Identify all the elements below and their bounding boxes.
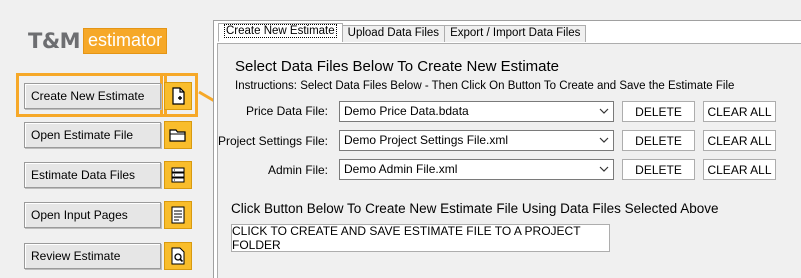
- list-icon[interactable]: [164, 161, 192, 189]
- sidebar-item-open-estimate-file[interactable]: Open Estimate File: [24, 122, 161, 148]
- page-title: Select Data Files Below To Create New Es…: [235, 58, 560, 75]
- create-estimate-button[interactable]: CLICK TO CREATE AND SAVE ESTIMATE FILE T…: [231, 224, 610, 252]
- panel-top: [213, 0, 801, 20]
- logo-brand: T&M: [28, 28, 81, 53]
- logo-product: estimator: [83, 27, 168, 54]
- clear-all-admin-file-button[interactable]: CLEAR ALL: [703, 159, 776, 180]
- sidebar-item-label: Open Estimate File: [31, 128, 134, 142]
- delete-project-settings-button[interactable]: DELETE: [622, 130, 695, 151]
- sidebar-item-estimate-data-files[interactable]: Estimate Data Files: [24, 162, 161, 188]
- logo: T&M estimator: [28, 27, 168, 54]
- magnify-document-icon[interactable]: [164, 242, 192, 270]
- chevron-down-icon: [599, 137, 609, 143]
- tab-export-import-data-files[interactable]: Export / Import Data Files: [444, 25, 587, 42]
- delete-admin-file-button[interactable]: DELETE: [622, 159, 695, 180]
- sidebar-item-label: Estimate Data Files: [31, 168, 136, 182]
- tab-bar: Create New Estimate Upload Data Files Ex…: [218, 23, 587, 43]
- tab-upload-data-files[interactable]: Upload Data Files: [341, 25, 446, 42]
- price-data-file-select[interactable]: Demo Price Data.bdata: [339, 101, 614, 122]
- delete-price-data-button[interactable]: DELETE: [622, 101, 695, 122]
- select-value: Demo Project Settings File.xml: [344, 133, 509, 147]
- create-instructions: Click Button Below To Create New Estimat…: [231, 201, 719, 216]
- sidebar-item-open-input-pages[interactable]: Open Input Pages: [24, 202, 161, 228]
- admin-file-select[interactable]: Demo Admin File.xml: [339, 159, 614, 180]
- sidebar-item-review-estimate[interactable]: Review Estimate: [24, 243, 161, 269]
- tab-create-new-estimate[interactable]: Create New Estimate: [218, 23, 343, 42]
- instructions-text: Instructions: Select Data Files Below - …: [235, 80, 735, 92]
- admin-file-label: Admin File:: [267, 163, 328, 177]
- clear-all-project-settings-button[interactable]: CLEAR ALL: [703, 130, 776, 151]
- price-data-file-label: Price Data File:: [245, 104, 328, 118]
- sidebar-item-label: Create New Estimate: [31, 89, 145, 103]
- project-settings-file-label: Project Settings File:: [217, 134, 328, 148]
- new-file-icon[interactable]: [164, 82, 192, 110]
- chevron-down-icon: [599, 166, 609, 172]
- project-settings-file-select[interactable]: Demo Project Settings File.xml: [339, 130, 614, 151]
- form-icon[interactable]: [164, 201, 192, 229]
- sidebar-item-label: Open Input Pages: [31, 208, 128, 222]
- select-value: Demo Admin File.xml: [344, 162, 458, 176]
- sidebar-item-create-new-estimate[interactable]: Create New Estimate: [24, 83, 161, 109]
- clear-all-price-data-button[interactable]: CLEAR ALL: [703, 101, 776, 122]
- select-value: Demo Price Data.bdata: [344, 104, 469, 118]
- folder-icon[interactable]: [164, 121, 192, 149]
- sidebar-item-label: Review Estimate: [31, 249, 121, 263]
- chevron-down-icon: [599, 108, 609, 114]
